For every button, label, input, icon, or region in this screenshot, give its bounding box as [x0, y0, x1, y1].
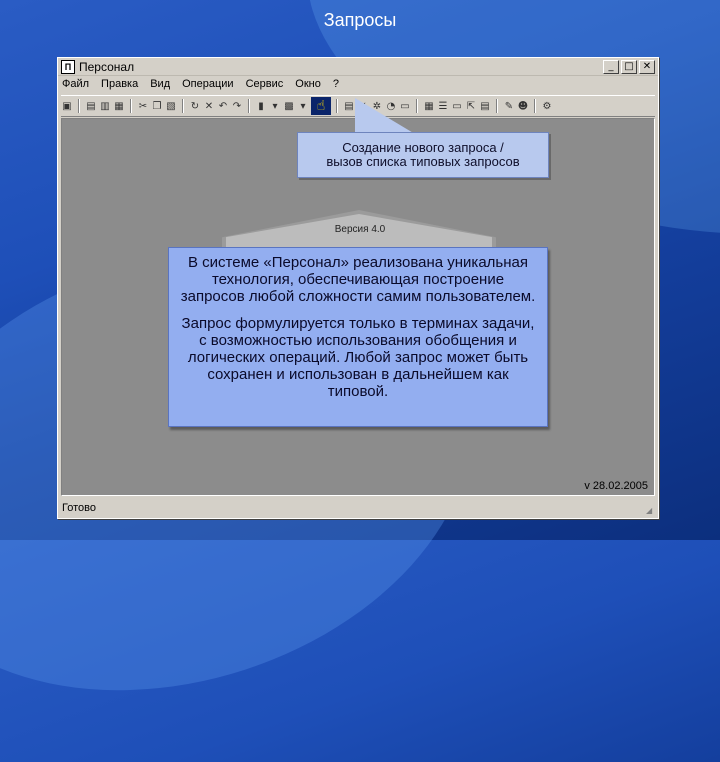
refresh-icon[interactable]: ↻: [189, 100, 201, 112]
maximize-button[interactable]: □: [621, 59, 637, 74]
toolbar-separator: [248, 99, 250, 113]
dropdown-arrow-icon[interactable]: ▾: [297, 100, 309, 112]
list-icon[interactable]: ☰: [437, 100, 449, 112]
hand-pointer-icon[interactable]: ☝: [311, 97, 331, 115]
save-icon[interactable]: ▤: [85, 100, 97, 112]
status-bar: Готово ◢: [58, 498, 658, 518]
query-callout: Создание нового запроса / вызов списка т…: [297, 132, 549, 178]
resize-grip-icon[interactable]: ◢: [646, 506, 656, 516]
toolbar-separator: [78, 99, 80, 113]
info-paragraph-2: Запрос формулируется только в терминах з…: [181, 315, 535, 400]
menu-edit[interactable]: Правка: [101, 78, 138, 90]
print-icon[interactable]: ▥: [99, 100, 111, 112]
menu-help[interactable]: ?: [333, 78, 339, 90]
info-box: В системе «Персонал» реализована уникаль…: [168, 247, 548, 427]
undo-icon[interactable]: ↶: [217, 100, 229, 112]
open-icon[interactable]: ▣: [61, 100, 73, 112]
grid-icon[interactable]: ▦: [423, 100, 435, 112]
export-icon[interactable]: ⇱: [465, 100, 477, 112]
dropdown-arrow-icon[interactable]: ▾: [269, 100, 281, 112]
toolbar-separator: [534, 99, 536, 113]
paste-icon[interactable]: ▧: [165, 100, 177, 112]
lock-icon[interactable]: ▮: [255, 100, 267, 112]
toolbar-separator: [130, 99, 132, 113]
table-icon[interactable]: ▩: [283, 100, 295, 112]
menu-file[interactable]: Файл: [62, 78, 89, 90]
menu-operations[interactable]: Операции: [182, 78, 233, 90]
logo-version: Версия 4.0: [334, 224, 386, 235]
delete-icon[interactable]: ✕: [203, 100, 215, 112]
preview-icon[interactable]: ▦: [113, 100, 125, 112]
users-icon[interactable]: ☻: [517, 100, 529, 112]
menu-bar: Файл Правка Вид Операции Сервис Окно ?: [62, 78, 339, 90]
cut-icon[interactable]: ✂: [137, 100, 149, 112]
redo-icon[interactable]: ↷: [231, 100, 243, 112]
menu-window[interactable]: Окно: [295, 78, 321, 90]
minimize-button[interactable]: _: [603, 59, 619, 74]
info-paragraph-1: В системе «Персонал» реализована уникаль…: [180, 254, 536, 305]
callout-line-1: Создание нового запроса /: [342, 140, 504, 155]
status-text: Готово: [62, 502, 96, 514]
app-icon: П: [61, 59, 75, 74]
report-icon[interactable]: ▤: [479, 100, 491, 112]
title-bar: П Персонал _ □ ✕: [58, 58, 658, 76]
menu-service[interactable]: Сервис: [246, 78, 284, 90]
window-icon[interactable]: ▭: [399, 100, 411, 112]
callout-line-2: вызов списка типовых запросов: [326, 154, 520, 169]
menu-view[interactable]: Вид: [150, 78, 170, 90]
window-controls: _ □ ✕: [603, 59, 655, 74]
gear-icon[interactable]: ⚙: [541, 100, 553, 112]
version-date: v 28.02.2005: [584, 480, 648, 492]
window-title: Персонал: [79, 59, 135, 74]
edit-icon[interactable]: ✎: [503, 100, 515, 112]
folder-icon[interactable]: ▭: [451, 100, 463, 112]
copy-icon[interactable]: ❐: [151, 100, 163, 112]
document-icon[interactable]: ▤: [343, 100, 355, 112]
close-button[interactable]: ✕: [639, 59, 655, 74]
slide-title: Запросы: [323, 10, 397, 30]
toolbar-separator: [496, 99, 498, 113]
toolbar-separator: [182, 99, 184, 113]
chart-icon[interactable]: ◔: [385, 100, 397, 112]
toolbar-separator: [336, 99, 338, 113]
toolbar-separator: [416, 99, 418, 113]
